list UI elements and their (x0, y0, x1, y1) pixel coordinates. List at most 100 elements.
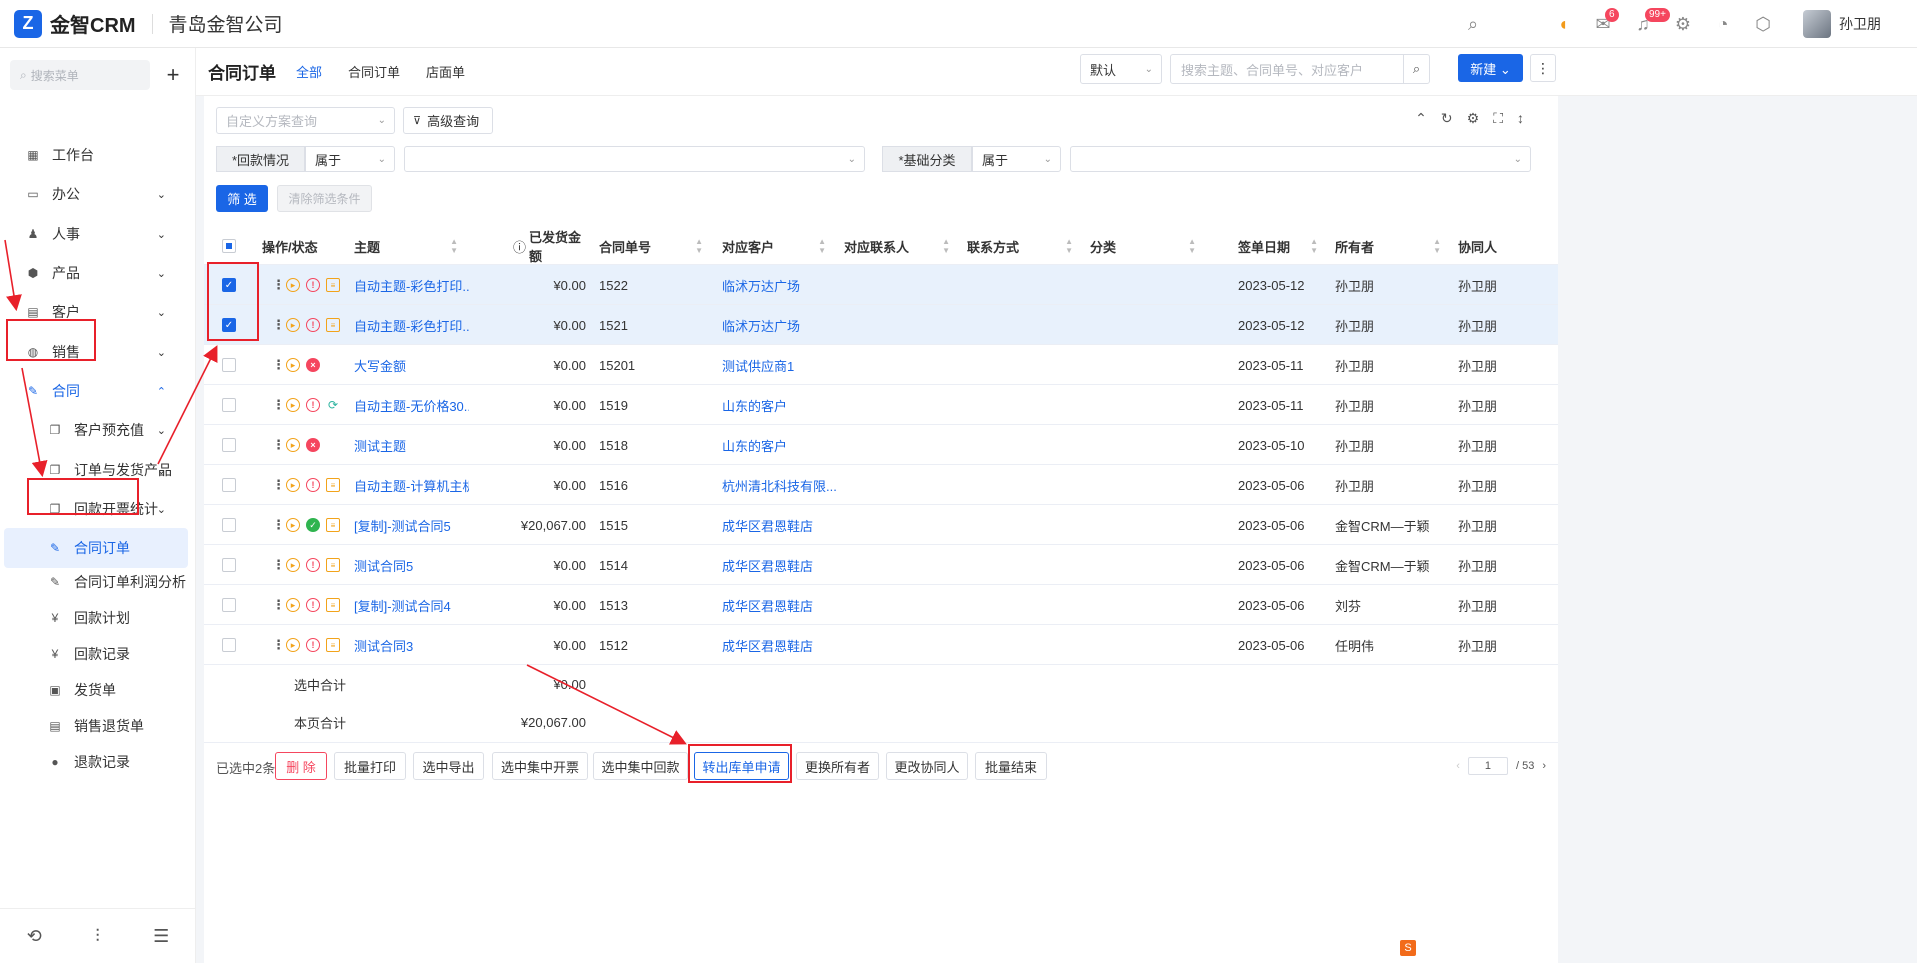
cell-subject[interactable]: 自动主题-彩色打印... (354, 305, 469, 345)
sidebar-subitem[interactable]: ¥ 回款计划 (0, 600, 196, 636)
user-menu[interactable]: 孙卫朋 (1803, 10, 1881, 38)
play-icon[interactable]: ▸ (286, 358, 300, 372)
filter-button[interactable]: 筛 选 (216, 185, 268, 212)
prev-page-icon[interactable]: ‹ (1456, 760, 1460, 772)
col-amount[interactable]: ⓘ 已发货金额 (513, 227, 589, 265)
cell-subject[interactable]: 测试主题 (354, 425, 469, 465)
row-menu-icon[interactable]: ⋮ (272, 437, 285, 453)
sidebar-item[interactable]: ▭ 办公 ⌄ (0, 174, 196, 214)
play-icon[interactable]: ▸ (286, 318, 300, 332)
sidebar-item[interactable]: ⬢ 产品 ⌄ (0, 253, 196, 293)
play-icon[interactable]: ▸ (286, 638, 300, 652)
play-icon[interactable]: ▸ (286, 558, 300, 572)
table-row[interactable]: ⋮ ▸! ⟳ 自动主题-无价格30... ¥0.00 1519 山东的客户 2023-05-1… (204, 385, 1558, 425)
row-menu-icon[interactable]: ⋮ (272, 597, 285, 613)
sidebar-subitem[interactable]: ¥ 回款记录 (0, 636, 196, 672)
batch-payment-button[interactable]: 选中集中回款 (593, 752, 688, 780)
col-phone[interactable]: 联系方式 ▲ ▼ (967, 227, 1079, 265)
table-row[interactable]: ⋮ ▸! ≡ 测试合同5 ¥0.00 1514 成华区君恩鞋店 2023-05-06 金智CRM… (204, 545, 1558, 585)
sidebar-subitem[interactable]: ▣ 发货单 (0, 672, 196, 708)
play-icon[interactable]: ▸ (286, 438, 300, 452)
play-icon[interactable]: ▸ (286, 598, 300, 612)
add-icon[interactable]: + (158, 60, 188, 90)
settings-icon[interactable]: ⚙ (1663, 0, 1703, 48)
tab-store-order[interactable]: 店面单 (426, 48, 465, 96)
row-menu-icon[interactable]: ⋮ (272, 317, 285, 333)
batch-end-button[interactable]: 批量结束 (975, 752, 1047, 780)
row-height-icon[interactable]: ↕ (1517, 110, 1524, 127)
cube-icon[interactable]: ⬡ (1743, 0, 1783, 48)
cell-customer[interactable]: 临沭万达广场 (722, 265, 837, 305)
sidebar-subitem[interactable]: ✎ 合同订单利润分析 (0, 564, 196, 600)
table-row[interactable]: ⋮ ▸! ≡ [复制]-测试合同4 ¥0.00 1513 成华区君恩鞋店 2023-05-06… (204, 585, 1558, 625)
cell-subject[interactable]: [复制]-测试合同4 (354, 585, 469, 625)
cell-subject[interactable]: 自动主题-无价格30... (354, 385, 469, 425)
tab-all[interactable]: 全部 (296, 48, 322, 96)
row-menu-icon[interactable]: ⋮ (272, 477, 285, 493)
delete-button[interactable]: 删 除 (275, 752, 327, 780)
change-collaborator-button[interactable]: 更改协同人 (886, 752, 968, 780)
row-checkbox[interactable] (222, 518, 236, 532)
col-subject[interactable]: 主题 ▲ ▼ (354, 227, 464, 265)
col-contact[interactable]: 对应联系人 ▲ ▼ (844, 227, 956, 265)
view-select[interactable]: 默认 ⌄ (1080, 54, 1162, 84)
collapse-up-icon[interactable]: ⌃ (1415, 110, 1427, 127)
col-category[interactable]: 分类 ▲ ▼ (1090, 227, 1202, 265)
row-checkbox[interactable] (222, 638, 236, 652)
sidebar-item[interactable]: ▦ 工作台 (0, 135, 196, 175)
history-icon[interactable]: ⟲ (27, 926, 42, 947)
advanced-query-button[interactable]: ⊽ 高级查询 (403, 107, 493, 134)
search-icon[interactable]: ⌕ (1403, 55, 1429, 83)
sidebar-subitem[interactable]: ❐ 客户预充值 ⌄ (0, 410, 196, 450)
sidebar-item[interactable]: ♟ 人事 ⌄ (0, 214, 196, 254)
select-all-checkbox[interactable] (222, 239, 236, 253)
play-icon[interactable]: ▸ (286, 278, 300, 292)
sidebar-subitem[interactable]: ▤ 销售退货单 (0, 708, 196, 744)
table-row[interactable]: ⋮ ▸! ≡ 自动主题-计算机主机 ¥0.00 1516 杭州清北科技有限... 2023-0… (204, 465, 1558, 505)
cell-customer[interactable]: 临沭万达广场 (722, 305, 837, 345)
row-menu-icon[interactable]: ⋮ (272, 397, 285, 413)
page-input[interactable]: 1 (1467, 757, 1508, 775)
row-menu-icon[interactable]: ⋮ (272, 557, 285, 573)
cell-subject[interactable]: 大写金额 (354, 345, 469, 385)
cell-customer[interactable]: 山东的客户 (722, 425, 837, 465)
scheme-select[interactable]: 自定义方案查询 ⌄ (216, 107, 395, 134)
cell-subject[interactable]: 测试合同3 (354, 625, 469, 665)
cell-customer[interactable]: 成华区君恩鞋店 (722, 625, 837, 665)
col-no[interactable]: 合同单号 ▲ ▼ (599, 227, 709, 265)
filter-op-payment[interactable]: 属于 ⌄ (305, 146, 395, 172)
search-icon[interactable]: ⌕ (1453, 0, 1493, 48)
row-checkbox[interactable] (222, 478, 236, 492)
batch-print-button[interactable]: 批量打印 (334, 752, 406, 780)
fullscreen-icon[interactable]: ⛶ (1493, 110, 1503, 127)
cell-customer[interactable]: 成华区君恩鞋店 (722, 505, 837, 545)
table-row[interactable]: ⋮ ▸! ≡ 测试合同3 ¥0.00 1512 成华区君恩鞋店 2023-05-06 任明伟 孙卫… (204, 625, 1558, 665)
cell-subject[interactable]: 测试合同5 (354, 545, 469, 585)
play-icon[interactable]: ▸ (286, 478, 300, 492)
sidebar-subitem[interactable]: ❐ 订单与发货产品 ⌄ (0, 450, 196, 490)
more-icon[interactable]: ⋮ (1530, 54, 1556, 82)
filter-op-category[interactable]: 属于 ⌄ (972, 146, 1061, 172)
inbox-icon[interactable]: ✉ 6 (1583, 0, 1623, 48)
col-owner[interactable]: 所有者 ▲ ▼ (1335, 227, 1447, 265)
sliders-icon[interactable]: ⫶ (95, 926, 100, 947)
change-owner-button[interactable]: 更换所有者 (796, 752, 879, 780)
batch-invoice-button[interactable]: 选中集中开票 (492, 752, 588, 780)
cell-subject[interactable]: [复制]-测试合同5 (354, 505, 469, 545)
row-menu-icon[interactable]: ⋮ (272, 277, 285, 293)
row-menu-icon[interactable]: ⋮ (272, 637, 285, 653)
col-customer[interactable]: 对应客户 ▲ ▼ (722, 227, 832, 265)
chart-icon[interactable]: ◔ (1703, 0, 1743, 48)
ime-icon[interactable]: S (1400, 940, 1416, 956)
sidebar-item[interactable]: ▤ 客户 ⌄ (0, 292, 196, 332)
next-page-icon[interactable]: › (1542, 760, 1546, 772)
sidebar-subitem[interactable]: ● 退款记录 (0, 744, 196, 780)
cell-customer[interactable]: 测试供应商1 (722, 345, 837, 385)
export-selected-button[interactable]: 选中导出 (413, 752, 484, 780)
row-menu-icon[interactable]: ⋮ (272, 357, 285, 373)
settings-icon[interactable]: ⚙ (1467, 110, 1480, 127)
play-icon[interactable]: ▸ (286, 398, 300, 412)
sidebar-item[interactable]: ◍ 销售 ⌄ (0, 332, 196, 372)
cell-customer[interactable]: 成华区君恩鞋店 (722, 585, 837, 625)
play-icon[interactable]: ▸ (286, 518, 300, 532)
